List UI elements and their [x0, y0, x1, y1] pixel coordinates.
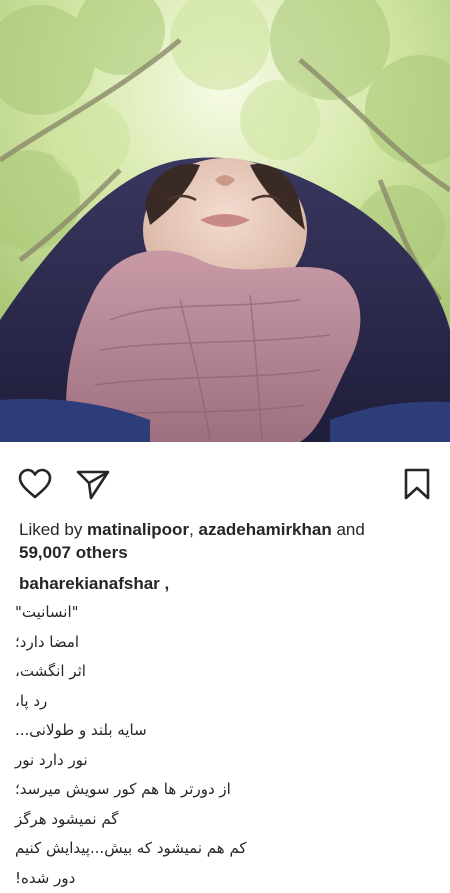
caption-line: "انسانیت"	[15, 598, 79, 628]
likes-and: and	[332, 520, 365, 539]
send-icon[interactable]	[73, 464, 113, 504]
caption-line: امضا دارد؛	[15, 628, 79, 658]
bookmark-icon[interactable]	[397, 464, 437, 504]
heart-icon[interactable]	[15, 464, 55, 504]
liker-link-2[interactable]: azadehamirkhan	[199, 520, 332, 539]
caption-line: کم هم نمیشود که بیش...پیدایش کنیم	[15, 834, 247, 864]
caption-line: سایه بلند و طولانی...	[15, 716, 147, 746]
caption-line: دور شده!	[15, 864, 75, 893]
caption-line: اثر انگشت،	[15, 657, 86, 687]
likes-prefix: Liked by	[19, 520, 87, 539]
photo-illustration	[0, 0, 450, 442]
caption-line: گم نمیشود هرگز	[15, 805, 118, 835]
likes-separator: ,	[189, 520, 198, 539]
likes-count[interactable]: 59,007 others	[19, 543, 128, 562]
post-photo[interactable]	[0, 0, 450, 442]
likes-summary: Liked by matinalipoor, azadehamirkhan an…	[19, 518, 439, 564]
post-actions	[0, 452, 450, 516]
caption-line: رد پا،	[15, 687, 47, 717]
liker-link-1[interactable]: matinalipoor	[87, 520, 189, 539]
caption-text: "انسانیت" امضا دارد؛ اثر انگشت، رد پا، س…	[15, 598, 315, 893]
caption-line: نور دارد نور	[15, 746, 88, 776]
caption-username[interactable]: baharekianafshar ,	[19, 572, 169, 595]
caption-line: از دورتر ها هم کور سویش میرسد؛	[15, 775, 231, 805]
